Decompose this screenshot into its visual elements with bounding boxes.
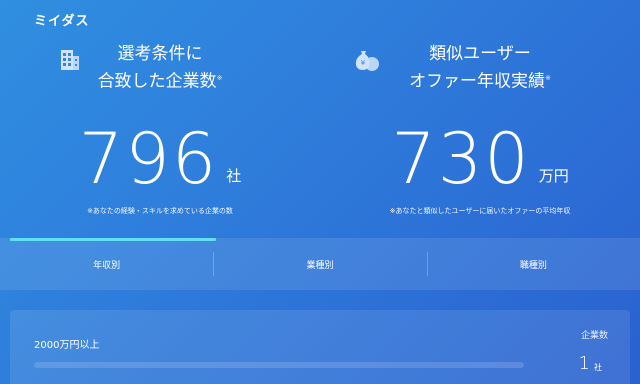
- salary-breakdown-panel: 企業数 2000万円以上 1 社: [10, 310, 630, 384]
- row-label: 2000万円以上: [34, 340, 100, 351]
- svg-text:¥: ¥: [361, 59, 366, 67]
- stat-title: 選考条件に 合致した企業数※: [97, 44, 223, 92]
- row-count: 1 社: [578, 353, 602, 374]
- stat-note: ※あなたと類似したユーザーに届いたオファーの平均年収: [389, 206, 571, 215]
- building-icon: [56, 46, 84, 74]
- tab-by-job-type[interactable]: 職種別: [426, 238, 640, 290]
- breakdown-tabs: 年収別 業種別 職種別: [0, 238, 640, 290]
- count-bar-track: [34, 362, 524, 368]
- money-bag-icon: ¥: [354, 46, 382, 74]
- stat-value: 730: [391, 117, 531, 200]
- stat-note: ※あなたの経験・スキルを求めている企業の数: [87, 206, 233, 215]
- matching-companies-stat: 選考条件に 合致した企業数※ 796 社 ※あなたの経験・スキルを求めている企業…: [0, 40, 320, 216]
- offer-salary-stat: ¥ 類似ユーザー オファー年収実績※ 730 万円 ※あなたと類似したユーザーに…: [320, 40, 640, 216]
- tab-by-salary[interactable]: 年収別: [0, 238, 213, 290]
- stat-unit: 社: [226, 166, 242, 185]
- tab-by-industry[interactable]: 業種別: [213, 238, 426, 290]
- stat-unit: 万円: [538, 166, 569, 185]
- column-header-company-count: 企業数: [580, 331, 608, 341]
- stat-value: 796: [78, 117, 219, 200]
- app-logo[interactable]: ミイダス: [34, 10, 89, 29]
